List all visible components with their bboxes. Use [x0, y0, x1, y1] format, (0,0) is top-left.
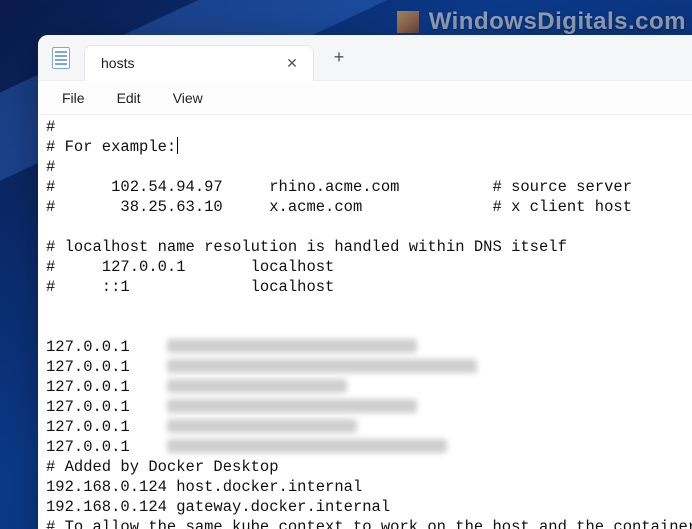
close-icon: ✕	[286, 55, 298, 72]
menubar: File Edit View	[38, 81, 692, 115]
text-caret	[177, 137, 178, 154]
notepad-app-icon	[52, 47, 70, 69]
redacted-hostname	[167, 419, 357, 433]
redacted-hostname	[167, 379, 347, 393]
editor-line: # 38.25.63.10 x.acme.com # x client host	[46, 197, 684, 217]
editor-line: #	[46, 157, 684, 177]
editor-line: # Added by Docker Desktop	[46, 457, 684, 477]
editor-line: # For example:	[46, 137, 684, 157]
redacted-hostname	[167, 399, 417, 413]
file-tab[interactable]: hosts ✕	[84, 45, 314, 81]
new-tab-button[interactable]: +	[322, 41, 356, 75]
close-tab-button[interactable]: ✕	[281, 52, 303, 74]
editor-line: 192.168.0.124 host.docker.internal	[46, 477, 684, 497]
tab-title: hosts	[101, 55, 281, 71]
plus-icon: +	[334, 47, 345, 68]
redacted-hostname	[167, 339, 417, 353]
editor-line: # 127.0.0.1 localhost	[46, 257, 684, 277]
editor-line: 127.0.0.1	[46, 397, 684, 417]
menu-view[interactable]: View	[159, 86, 217, 110]
notepad-window: hosts ✕ + File Edit View ## For example:…	[38, 35, 692, 529]
editor-line: 127.0.0.1	[46, 437, 684, 457]
menu-file[interactable]: File	[48, 86, 99, 110]
editor-line: # ::1 localhost	[46, 277, 684, 297]
watermark: WindowsDigitals.com	[397, 8, 686, 36]
editor-line	[46, 297, 684, 317]
editor-line: 127.0.0.1	[46, 337, 684, 357]
editor-line: # 102.54.94.97 rhino.acme.com # source s…	[46, 177, 684, 197]
editor-line	[46, 317, 684, 337]
editor-line: #	[46, 117, 684, 137]
editor-line: 192.168.0.124 gateway.docker.internal	[46, 497, 684, 517]
redacted-hostname	[167, 439, 447, 453]
editor-line: 127.0.0.1	[46, 417, 684, 437]
text-editor[interactable]: ## For example:## 102.54.94.97 rhino.acm…	[38, 115, 692, 529]
watermark-text: WindowsDigitals.com	[429, 8, 686, 36]
editor-line: 127.0.0.1	[46, 357, 684, 377]
editor-line	[46, 217, 684, 237]
redacted-hostname	[167, 359, 477, 373]
editor-line: 127.0.0.1	[46, 377, 684, 397]
menu-edit[interactable]: Edit	[103, 86, 155, 110]
editor-line: # To allow the same kube context to work…	[46, 517, 684, 529]
titlebar: hosts ✕ +	[38, 35, 692, 81]
watermark-logo-icon	[397, 11, 419, 33]
editor-line: # localhost name resolution is handled w…	[46, 237, 684, 257]
